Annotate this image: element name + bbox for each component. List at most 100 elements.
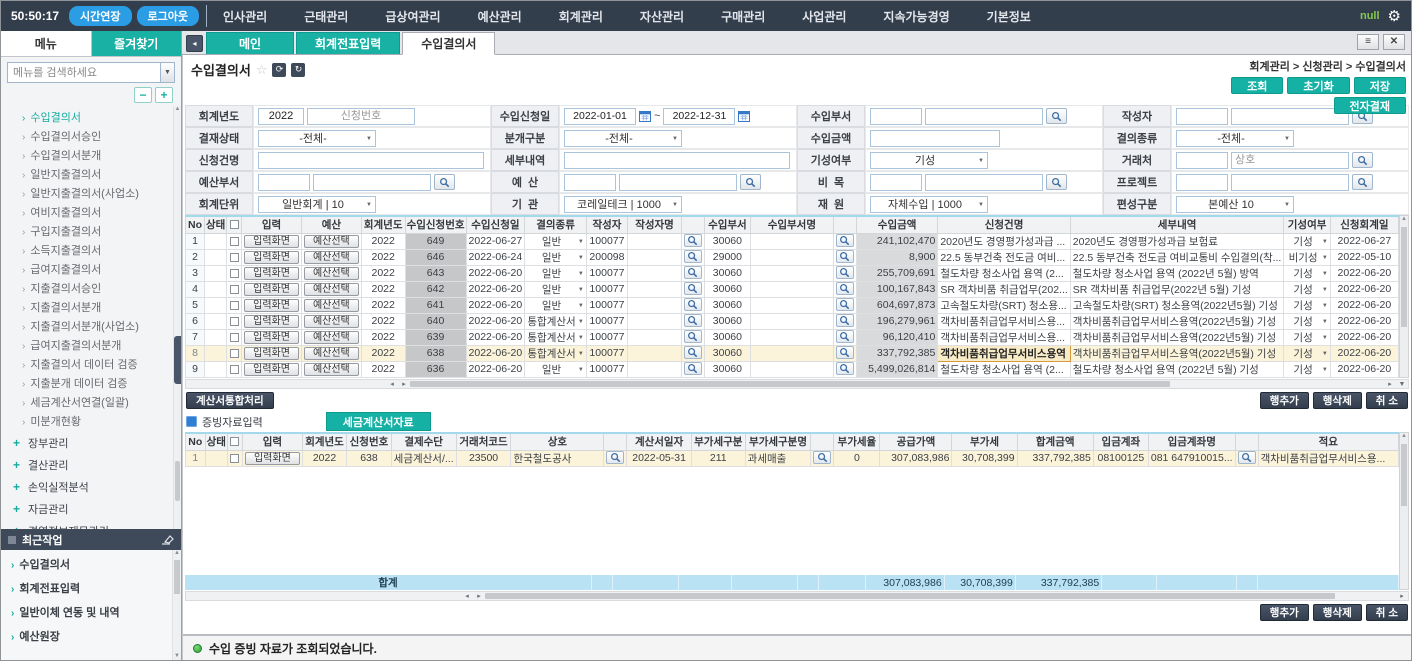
table-row[interactable]: 1입력화면2022638세금계산서/...23500한국철도공사2022-05-… <box>186 450 1399 466</box>
select-all-checkbox[interactable] <box>230 220 239 229</box>
recent-work-item[interactable]: ›수입결의서 <box>1 553 181 577</box>
income-amount-input[interactable] <box>870 130 1000 147</box>
row-checkbox[interactable] <box>230 349 239 358</box>
scrollbar-thumb[interactable] <box>485 593 1335 599</box>
cell-check[interactable] <box>227 313 242 329</box>
column-header-input[interactable]: 입력 <box>242 216 302 233</box>
cell-writer-name[interactable] <box>628 233 682 249</box>
scrollbar-thumb[interactable] <box>175 461 180 501</box>
search-icon[interactable] <box>836 298 854 311</box>
tree-scrollbar[interactable]: ▲ <box>173 106 181 529</box>
cell-budget[interactable]: 예산선택 <box>301 249 361 265</box>
cell-writer[interactable]: 100077 <box>586 313 627 329</box>
cell-check[interactable] <box>227 361 242 377</box>
cell-budget[interactable]: 예산선택 <box>301 265 361 281</box>
cell-income-dept[interactable]: 30060 <box>704 233 750 249</box>
cell-input[interactable]: 입력화면 <box>242 297 302 313</box>
cell-check[interactable] <box>227 233 242 249</box>
invoice-merge-button[interactable]: 계산서통합처리 <box>186 392 274 409</box>
cell-vat-name[interactable]: 과세매출 <box>745 450 811 466</box>
scroll-up-icon[interactable]: ▲ <box>175 106 181 112</box>
column-header-vat-search[interactable] <box>811 433 834 450</box>
cell-status[interactable] <box>205 297 227 313</box>
cell-income-amount[interactable]: 241,102,470 <box>856 233 937 249</box>
cell-detail[interactable]: 2020년도 경영평가성과급 보험료 <box>1070 233 1284 249</box>
delete-row-button[interactable]: 행삭제 <box>1313 604 1362 621</box>
cell-budget[interactable]: 예산선택 <box>301 313 361 329</box>
document-tab[interactable]: 회계전표입력 <box>296 32 400 54</box>
cancel-button[interactable]: 취 소 <box>1366 604 1408 621</box>
cell-income-request-no[interactable]: 640 <box>405 313 466 329</box>
column-header-request-acct-date[interactable]: 신청회계일 <box>1330 216 1398 233</box>
sidebar-item[interactable]: ›일반지출결의서 <box>1 166 181 185</box>
sidebar-item[interactable]: ›지출결의서분개(사업소) <box>1 318 181 337</box>
horizontal-scrollbar[interactable]: ◂ ▸ ▸ ▼ <box>185 379 1409 389</box>
cell-decision-type[interactable]: 일반▼ <box>525 265 587 281</box>
column-header-income-dept[interactable]: 수입부서 <box>704 216 750 233</box>
cell-income-dept-name[interactable] <box>750 329 833 345</box>
cell-income-request-date[interactable]: 2022-06-24 <box>466 249 525 265</box>
column-header-vat-rate[interactable]: 부가세율 <box>834 433 880 450</box>
sidebar-tab-menu[interactable]: 메뉴 <box>1 31 92 56</box>
sidebar-group[interactable]: +경영정보재무관리 <box>1 520 181 529</box>
cell-no[interactable]: 7 <box>186 329 205 345</box>
scrollbar-thumb[interactable] <box>174 560 180 594</box>
cell-vat-search[interactable] <box>811 450 834 466</box>
column-header-vendor-name[interactable]: 상호 <box>511 433 604 450</box>
budget-screen-button[interactable]: 예산선택 <box>304 299 359 312</box>
accounting-unit-select[interactable]: 일반회계 | 10▼ <box>258 196 376 213</box>
cell-decision-type[interactable]: 통합계산서▼ <box>525 329 587 345</box>
cell-income-dept-name[interactable] <box>750 361 833 377</box>
add-row-button[interactable]: 행추가 <box>1260 392 1309 409</box>
budget-class-select[interactable]: 본예산 10▼ <box>1176 196 1294 213</box>
cell-request-acct-date[interactable]: 2022-06-20 <box>1330 313 1398 329</box>
sidebar-item[interactable]: ›지출분개 데이터 검증 <box>1 375 181 394</box>
cell-writer[interactable]: 200098 <box>586 249 627 265</box>
cell-no[interactable]: 6 <box>186 313 205 329</box>
cell-writer[interactable]: 100077 <box>586 329 627 345</box>
search-icon[interactable] <box>836 330 854 343</box>
scroll-left-icon[interactable]: ◂ <box>461 592 473 600</box>
cell-input[interactable]: 입력화면 <box>242 345 302 361</box>
cell-income-amount[interactable]: 100,167,843 <box>856 281 937 297</box>
cell-detail[interactable]: 객차비품취급업무서비스용역(2022년5월) 기성 <box>1070 329 1284 345</box>
cell-no[interactable]: 9 <box>186 361 205 377</box>
cell-income-dept[interactable]: 30060 <box>704 297 750 313</box>
cell-income-amount[interactable]: 8,900 <box>856 249 937 265</box>
input-screen-button[interactable]: 입력화면 <box>244 267 299 280</box>
sidebar-collapse-handle[interactable] <box>174 336 181 384</box>
cell-check[interactable] <box>227 450 242 466</box>
cell-writer[interactable]: 100077 <box>586 281 627 297</box>
sidebar-item[interactable]: ›수입결의서분개 <box>1 147 181 166</box>
cell-no[interactable]: 5 <box>186 297 205 313</box>
cell-completion[interactable]: 기성▼ <box>1284 313 1330 329</box>
fiscal-year-input[interactable] <box>258 108 304 125</box>
cell-check[interactable] <box>227 297 242 313</box>
cell-no[interactable]: 1 <box>186 450 206 466</box>
sidebar-group[interactable]: +손익실적분석 <box>1 476 181 498</box>
scrollbar-thumb[interactable] <box>1401 444 1407 506</box>
cell-dept-search[interactable] <box>833 329 856 345</box>
row-checkbox[interactable] <box>230 301 239 310</box>
cell-request-acct-date[interactable]: 2022-06-27 <box>1330 233 1398 249</box>
column-header-pay-method[interactable]: 결제수단 <box>391 433 456 450</box>
recent-scrollbar[interactable]: ▲ ▼ <box>172 550 181 660</box>
search-icon[interactable] <box>684 362 702 375</box>
cell-income-request-date[interactable]: 2022-06-20 <box>466 345 525 361</box>
refresh-icon[interactable]: ⟳ <box>272 63 286 77</box>
table-row[interactable]: 6입력화면예산선택20226402022-06-20통합계산서▼10007730… <box>186 313 1399 329</box>
cell-income-request-no[interactable]: 643 <box>405 265 466 281</box>
column-header-deposit-account[interactable]: 입금계좌 <box>1093 433 1148 450</box>
cell-completion[interactable]: 기성▼ <box>1284 361 1330 377</box>
cell-vat-amount[interactable]: 30,708,399 <box>952 450 1017 466</box>
scrollbar-thumb[interactable] <box>1401 227 1407 327</box>
logout-button[interactable]: 로그아웃 <box>137 6 199 26</box>
search-icon[interactable] <box>813 451 831 464</box>
expense-item-code-input[interactable] <box>870 174 922 191</box>
column-header-deposit-account-name[interactable]: 입금계좌명 <box>1148 433 1235 450</box>
request-no-input[interactable] <box>307 108 415 125</box>
cell-writer-name[interactable] <box>628 281 682 297</box>
search-icon[interactable] <box>836 234 854 247</box>
cell-budget[interactable]: 예산선택 <box>301 329 361 345</box>
cell-fiscal-year[interactable]: 2022 <box>361 313 405 329</box>
